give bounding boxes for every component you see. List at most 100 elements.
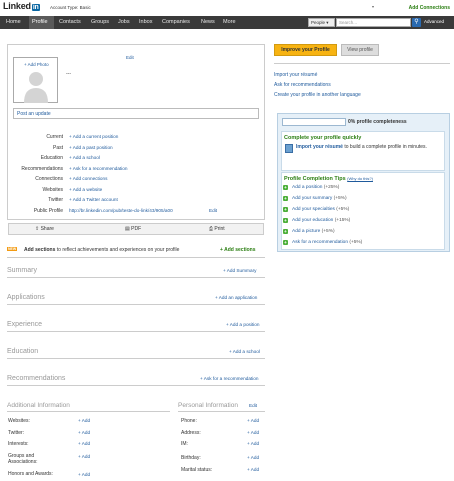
add-websites-link[interactable]: + Add bbox=[78, 418, 90, 423]
section-applications-title: Applications bbox=[7, 294, 45, 301]
field-label-education: Education bbox=[40, 155, 63, 161]
search-input[interactable]: Search... bbox=[336, 18, 411, 27]
import-resume-link[interactable]: Import your résumé bbox=[274, 72, 317, 78]
completeness-progress-bar bbox=[282, 118, 346, 126]
create-profile-language-link[interactable]: Create your profile in another language bbox=[274, 92, 361, 98]
why-do-this-link[interactable]: (Why do this?) bbox=[347, 176, 373, 181]
resume-icon bbox=[285, 144, 293, 153]
add-photo-link[interactable]: + Add Photo bbox=[24, 62, 49, 67]
tip-add-position[interactable]: Add a position (+25%) bbox=[292, 185, 339, 190]
nav-more[interactable]: More bbox=[223, 19, 236, 25]
divider bbox=[7, 257, 265, 258]
add-sections-button[interactable]: + Add sections bbox=[220, 247, 256, 253]
nav-companies[interactable]: Companies bbox=[162, 19, 190, 25]
add-current-position-link[interactable]: + Add a current position bbox=[69, 134, 118, 139]
section-summary-title: Summary bbox=[7, 267, 37, 274]
complete-quickly-title: Complete your profile quickly bbox=[284, 135, 362, 141]
info-label-birthday: Birthday: bbox=[181, 455, 201, 461]
add-marital-link[interactable]: + Add bbox=[247, 467, 259, 472]
nav-profile[interactable]: Profile bbox=[32, 19, 48, 25]
profile-photo[interactable]: + Add Photo bbox=[13, 57, 58, 103]
print-button[interactable]: ⎙ Print bbox=[209, 226, 225, 232]
pdf-icon: ▤ bbox=[125, 226, 130, 232]
nav-groups[interactable]: Groups bbox=[91, 19, 109, 25]
add-summary-link[interactable]: + Add Summary bbox=[223, 268, 256, 273]
nav-home[interactable]: Home bbox=[6, 19, 21, 25]
add-address-link[interactable]: + Add bbox=[247, 430, 259, 435]
plus-icon: + bbox=[283, 185, 288, 190]
plus-icon: + bbox=[283, 196, 288, 201]
add-honors-link[interactable]: + Add bbox=[78, 472, 90, 477]
add-position-link[interactable]: + Add a position bbox=[226, 322, 260, 327]
import-resume-panel-link[interactable]: Import your résumé bbox=[296, 144, 343, 150]
edit-name-link[interactable]: Edit bbox=[126, 55, 134, 60]
tip-add-education[interactable]: Add your education (+15%) bbox=[292, 218, 350, 223]
plus-icon: + bbox=[283, 229, 288, 234]
add-interests-link[interactable]: + Add bbox=[78, 441, 90, 446]
add-twitter-link[interactable]: + Add a Twitter account bbox=[69, 197, 118, 202]
info-label-interests: Interests: bbox=[8, 441, 29, 447]
import-resume-text: Import your résumé to build a complete p… bbox=[296, 144, 427, 150]
plus-icon: + bbox=[283, 218, 288, 223]
add-past-position-link[interactable]: + Add a past position bbox=[69, 145, 113, 150]
divider bbox=[7, 304, 265, 305]
tip-add-picture[interactable]: Add a picture (+5%) bbox=[292, 229, 335, 234]
ask-recommendation-link[interactable]: + Ask for a recommendation bbox=[69, 166, 128, 171]
add-application-link[interactable]: + Add an application bbox=[215, 295, 257, 300]
info-label-marital: Marital status: bbox=[181, 467, 213, 473]
info-label-websites: Websites: bbox=[8, 418, 30, 424]
field-label-current: Current bbox=[46, 134, 63, 140]
field-label-public-profile: Public Profile bbox=[33, 208, 63, 214]
section-experience-title: Experience bbox=[7, 321, 43, 328]
add-phone-link[interactable]: + Add bbox=[247, 418, 259, 423]
avatar-silhouette-icon bbox=[24, 72, 48, 103]
share-button[interactable]: ⇪ Share bbox=[35, 226, 54, 232]
people-search-type[interactable]: People ▾ bbox=[308, 18, 335, 27]
field-label-connections: Connections bbox=[35, 176, 63, 182]
profile-actions-bar: ⇪ Share ▤ PDF ⎙ Print bbox=[8, 223, 264, 235]
tip-add-summary[interactable]: Add your summary (+5%) bbox=[292, 196, 347, 201]
edit-personal-info-link[interactable]: Edit bbox=[249, 403, 257, 408]
nav-inbox[interactable]: Inbox bbox=[139, 19, 152, 25]
info-label-twitter: Twitter: bbox=[8, 430, 25, 436]
add-school-link[interactable]: + Add a school bbox=[69, 155, 100, 160]
divider bbox=[7, 411, 170, 412]
info-label-im: IM: bbox=[181, 441, 188, 447]
view-profile-button[interactable]: View profile bbox=[341, 44, 379, 56]
divider bbox=[7, 277, 265, 278]
linkedin-logo[interactable]: Linked in bbox=[3, 1, 40, 11]
nav-contacts[interactable]: Contacts bbox=[59, 19, 81, 25]
search-button[interactable]: ⚲ bbox=[412, 18, 421, 27]
headline-placeholder: --- bbox=[66, 71, 71, 77]
field-label-twitter: Twitter bbox=[48, 197, 63, 203]
nav-jobs[interactable]: Jobs bbox=[118, 19, 130, 25]
ask-recommendation-section-link[interactable]: + Ask for a recommendation bbox=[200, 376, 259, 381]
new-sections-text: Add sections to reflect achievements and… bbox=[24, 247, 180, 253]
add-birthday-link[interactable]: + Add bbox=[247, 455, 259, 460]
tip-ask-recommendation[interactable]: Ask for a recommendation (+5%) bbox=[292, 240, 362, 245]
divider bbox=[7, 358, 265, 359]
field-label-past: Past bbox=[52, 145, 63, 151]
divider bbox=[7, 331, 265, 332]
pdf-button[interactable]: ▤ PDF bbox=[125, 226, 141, 232]
ask-recommendations-link[interactable]: Ask for recommendations bbox=[274, 82, 331, 88]
add-twitter-info-link[interactable]: + Add bbox=[78, 430, 90, 435]
advanced-search-link[interactable]: Advanced bbox=[424, 19, 444, 24]
tip-add-specialties[interactable]: Add your specialties (+5%) bbox=[292, 207, 349, 212]
add-groups-link[interactable]: + Add bbox=[78, 454, 90, 459]
add-website-link[interactable]: + Add a website bbox=[69, 187, 102, 192]
chevron-down-icon[interactable]: ▾ bbox=[372, 4, 374, 9]
divider bbox=[274, 63, 450, 64]
divider bbox=[7, 385, 265, 386]
divider bbox=[178, 411, 265, 412]
add-school-section-link[interactable]: + Add a school bbox=[229, 349, 260, 354]
add-connections-field-link[interactable]: + Add connections bbox=[69, 176, 107, 181]
nav-news[interactable]: News bbox=[201, 19, 215, 25]
public-profile-url[interactable]: http://br.linkedin.com/pub/teste-do-link… bbox=[69, 208, 173, 213]
improve-profile-button[interactable]: Improve your Profile bbox=[274, 44, 337, 56]
add-im-link[interactable]: + Add bbox=[247, 441, 259, 446]
add-connections-link[interactable]: Add Connections bbox=[409, 5, 450, 11]
plus-icon: + bbox=[283, 240, 288, 245]
edit-public-profile-link[interactable]: Edit bbox=[209, 208, 217, 213]
post-update-input[interactable]: Post an update bbox=[13, 108, 259, 119]
